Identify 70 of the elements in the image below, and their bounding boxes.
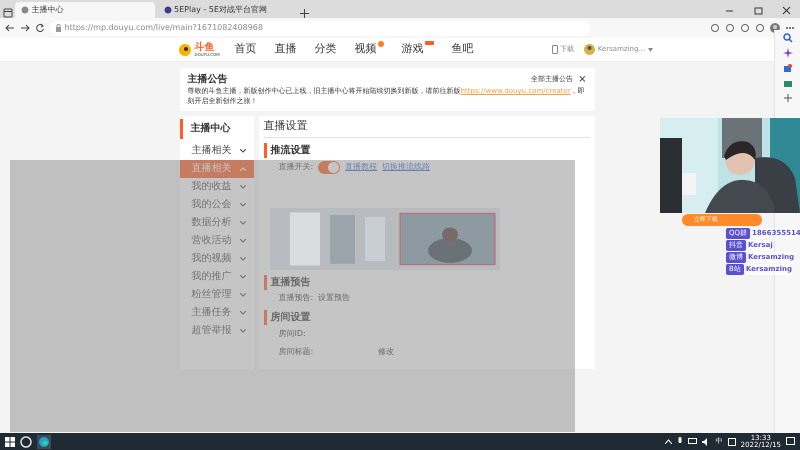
chevron-icon xyxy=(240,166,246,171)
browser-tab[interactable]: 5EPlay - 5E对战平台官网 xyxy=(158,2,298,18)
chevron-icon xyxy=(240,292,246,297)
microphone-icon[interactable] xyxy=(676,437,683,446)
forward-icon[interactable] xyxy=(20,23,30,33)
sidebar-item[interactable]: 直播相关 xyxy=(180,160,254,178)
help-link[interactable]: 直播教程 xyxy=(345,161,378,174)
nav-link[interactable]: 游戏 xyxy=(402,42,434,56)
field-label: 直播开关: xyxy=(278,161,314,174)
set-preview-link[interactable]: 设置预告 xyxy=(318,292,350,304)
fish-icon xyxy=(178,42,192,56)
shapes-icon[interactable] xyxy=(782,62,792,72)
announcement-title: 主播公告 xyxy=(188,72,228,87)
chevron-icon xyxy=(240,274,246,279)
phone-icon xyxy=(552,45,558,54)
windows-start-icon[interactable] xyxy=(5,436,15,446)
refresh-icon[interactable] xyxy=(35,23,45,33)
sidebar-item[interactable]: 营收活动 xyxy=(180,232,254,250)
new-tab-icon[interactable] xyxy=(300,9,309,18)
chevron-icon xyxy=(240,184,246,189)
sidebar-item[interactable]: 主播任务 xyxy=(180,304,254,322)
chevron-icon xyxy=(240,256,246,261)
sidebar-item[interactable]: 我的收益 xyxy=(180,178,254,196)
browser-app-icon[interactable] xyxy=(37,434,51,448)
notification-dot xyxy=(378,41,384,48)
avatar-icon xyxy=(584,44,596,55)
address-bar[interactable]: https://mp.douyu.com/live/main?1671082408968 xyxy=(50,20,590,36)
field-label: 房间标题: xyxy=(278,346,314,358)
sparkle-icon[interactable] xyxy=(782,48,792,58)
sidebar-item[interactable]: 我的视频 xyxy=(180,250,254,268)
nav-link[interactable]: 鱼吧 xyxy=(452,42,474,56)
sidebar-title: 主播中心 xyxy=(180,118,254,139)
nav-link[interactable]: 分类 xyxy=(314,42,337,56)
close-button[interactable]: × xyxy=(578,72,586,87)
chevron-icon xyxy=(240,148,246,153)
nav-link[interactable]: 首页 xyxy=(234,42,257,56)
search-icon[interactable] xyxy=(782,32,792,42)
chevron-icon xyxy=(240,202,246,207)
caret-icon[interactable] xyxy=(648,48,653,52)
sidebar-item[interactable]: 粉丝管理 xyxy=(180,286,254,304)
sidebar-item[interactable]: 我的公会 xyxy=(180,196,254,214)
tab-favicon-icon xyxy=(164,6,172,14)
nav-link[interactable]: 直播 xyxy=(274,42,297,56)
page-title: 直播设置 xyxy=(264,116,590,138)
browser-tab[interactable]: 主播中心 xyxy=(15,2,155,18)
sidebar-item[interactable]: 主播相关 xyxy=(180,142,254,160)
field-label: 房间ID: xyxy=(278,328,306,340)
section-heading: 房间设置 xyxy=(264,310,590,326)
chevron-icon xyxy=(240,310,246,315)
circle-app-icon[interactable] xyxy=(20,436,32,448)
sidebar-item[interactable]: 超管举报 xyxy=(180,322,254,340)
tray-chevron-icon[interactable] xyxy=(664,439,672,444)
chevron-icon xyxy=(240,238,246,243)
hot-tag-icon xyxy=(424,41,434,46)
sidebar-item[interactable]: 数据分析 xyxy=(180,214,254,232)
chevron-icon xyxy=(240,220,246,225)
add-icon[interactable] xyxy=(782,92,792,102)
tab-favicon-icon xyxy=(21,6,29,14)
help-link[interactable]: 切换推流线路 xyxy=(382,161,430,174)
tab-actions-icon[interactable] xyxy=(2,8,12,18)
chevron-icon xyxy=(240,328,246,333)
section-heading: 直播预告 xyxy=(264,274,590,290)
section-heading: 推流设置 xyxy=(264,143,590,158)
nav-link[interactable]: 视频 xyxy=(354,42,384,56)
sidebar-item[interactable]: 我的推广 xyxy=(180,268,254,286)
field-label: 直播预告: xyxy=(278,292,314,304)
lock-icon xyxy=(55,24,62,32)
edit-link[interactable]: 修改 xyxy=(378,346,394,358)
live-toggle[interactable] xyxy=(318,160,340,174)
back-icon[interactable] xyxy=(5,23,15,33)
